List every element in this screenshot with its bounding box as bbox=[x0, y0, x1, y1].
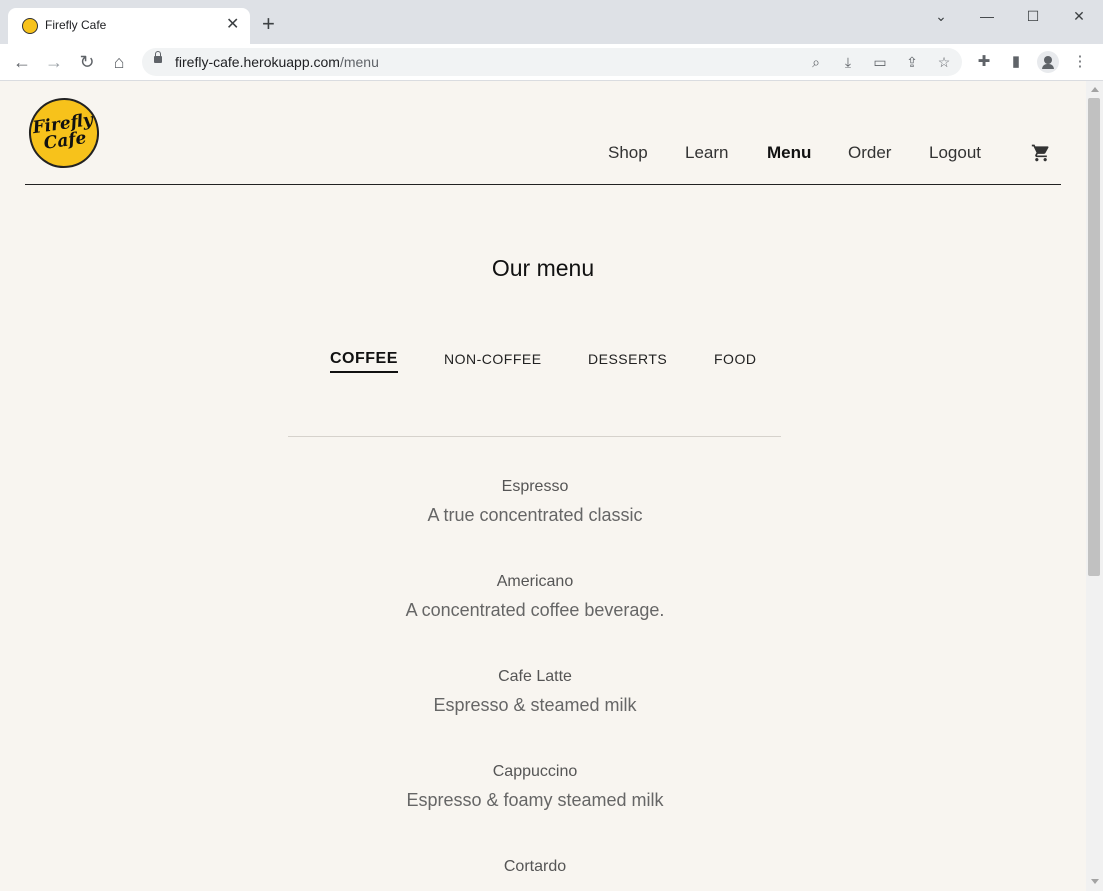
maximize-button[interactable]: ☐ bbox=[1018, 6, 1048, 26]
address-bar[interactable]: firefly-cafe.herokuapp.com/menu ⌕ ⤓ ▭ ⇪ … bbox=[142, 48, 962, 76]
list-item: Americano A concentrated coffee beverage… bbox=[0, 573, 1070, 621]
tab-coffee[interactable]: COFFEE bbox=[330, 350, 398, 373]
scroll-down-arrow-icon[interactable] bbox=[1091, 879, 1099, 884]
more-menu-icon[interactable]: ⋮ bbox=[1070, 52, 1090, 72]
menu-divider bbox=[288, 436, 781, 437]
page-title: Our menu bbox=[491, 255, 595, 281]
favicon-icon bbox=[22, 18, 38, 34]
item-name: Cappuccino bbox=[492, 763, 578, 780]
site-nav: Shop Learn Menu Order Logout bbox=[0, 143, 1086, 167]
nav-shop[interactable]: Shop bbox=[608, 143, 648, 163]
list-item: Cortardo bbox=[0, 858, 1070, 885]
item-description: Espresso & steamed milk bbox=[433, 695, 637, 715]
extensions-icon[interactable]: ✚ bbox=[974, 52, 994, 72]
list-item: Cappuccino Espresso & foamy steamed milk bbox=[0, 763, 1070, 811]
nav-order[interactable]: Order bbox=[848, 143, 891, 163]
minimize-button[interactable]: — bbox=[972, 6, 1002, 26]
tab-search-icon[interactable]: ⌄ bbox=[926, 6, 956, 26]
install-app-icon[interactable]: ⤓ bbox=[838, 52, 858, 72]
reload-icon[interactable]: ↻ bbox=[75, 50, 99, 74]
item-name: Cortardo bbox=[503, 858, 567, 875]
tab-desserts[interactable]: DESSERTS bbox=[588, 351, 667, 367]
tab-food[interactable]: FOOD bbox=[714, 351, 756, 367]
scroll-up-arrow-icon[interactable] bbox=[1091, 87, 1099, 92]
browser-toolbar: ← → ↻ ⌂ firefly-cafe.herokuapp.com/menu … bbox=[0, 44, 1103, 81]
scrollbar-thumb[interactable] bbox=[1088, 98, 1100, 576]
browser-tab[interactable]: Firefly Cafe ✕ bbox=[8, 8, 250, 44]
tab-title: Firefly Cafe bbox=[45, 18, 107, 32]
back-icon[interactable]: ← bbox=[10, 50, 34, 74]
item-description: A true concentrated classic bbox=[427, 505, 643, 525]
header-divider bbox=[25, 184, 1061, 185]
zoom-search-icon[interactable]: ⌕ bbox=[806, 52, 826, 72]
page-scrollbar[interactable] bbox=[1086, 81, 1103, 891]
item-description: A concentrated coffee beverage. bbox=[405, 600, 665, 620]
browser-titlebar: Firefly Cafe ✕ + ⌄ — ☐ ✕ bbox=[0, 0, 1103, 44]
shopping-cart-icon[interactable] bbox=[1031, 143, 1051, 163]
new-tab-button[interactable]: + bbox=[262, 13, 275, 35]
bookmark-star-icon[interactable]: ☆ bbox=[934, 52, 954, 72]
url-text[interactable]: firefly-cafe.herokuapp.com/menu bbox=[175, 54, 379, 70]
item-description: Espresso & foamy steamed milk bbox=[406, 790, 664, 810]
profile-avatar-icon[interactable] bbox=[1037, 51, 1059, 73]
close-window-button[interactable]: ✕ bbox=[1064, 6, 1094, 26]
tab-non-coffee[interactable]: NON-COFFEE bbox=[444, 351, 542, 367]
side-panel-icon[interactable]: ▮ bbox=[1006, 52, 1026, 72]
close-tab-icon[interactable]: ✕ bbox=[226, 16, 239, 34]
nav-learn[interactable]: Learn bbox=[685, 143, 728, 163]
lock-icon[interactable] bbox=[154, 51, 162, 63]
forward-icon[interactable]: → bbox=[42, 50, 66, 74]
card-icon[interactable]: ▭ bbox=[870, 52, 890, 72]
nav-logout[interactable]: Logout bbox=[929, 143, 981, 163]
list-item: Espresso A true concentrated classic bbox=[0, 478, 1070, 526]
page-content: Firefly Cafe Shop Learn Menu Order Logou… bbox=[0, 81, 1086, 891]
nav-menu[interactable]: Menu bbox=[767, 143, 811, 163]
item-name: Americano bbox=[496, 573, 574, 590]
item-name: Espresso bbox=[501, 478, 569, 495]
item-name: Cafe Latte bbox=[498, 668, 572, 685]
share-icon[interactable]: ⇪ bbox=[902, 52, 922, 72]
home-icon[interactable]: ⌂ bbox=[107, 50, 131, 74]
list-item: Cafe Latte Espresso & steamed milk bbox=[0, 668, 1070, 716]
